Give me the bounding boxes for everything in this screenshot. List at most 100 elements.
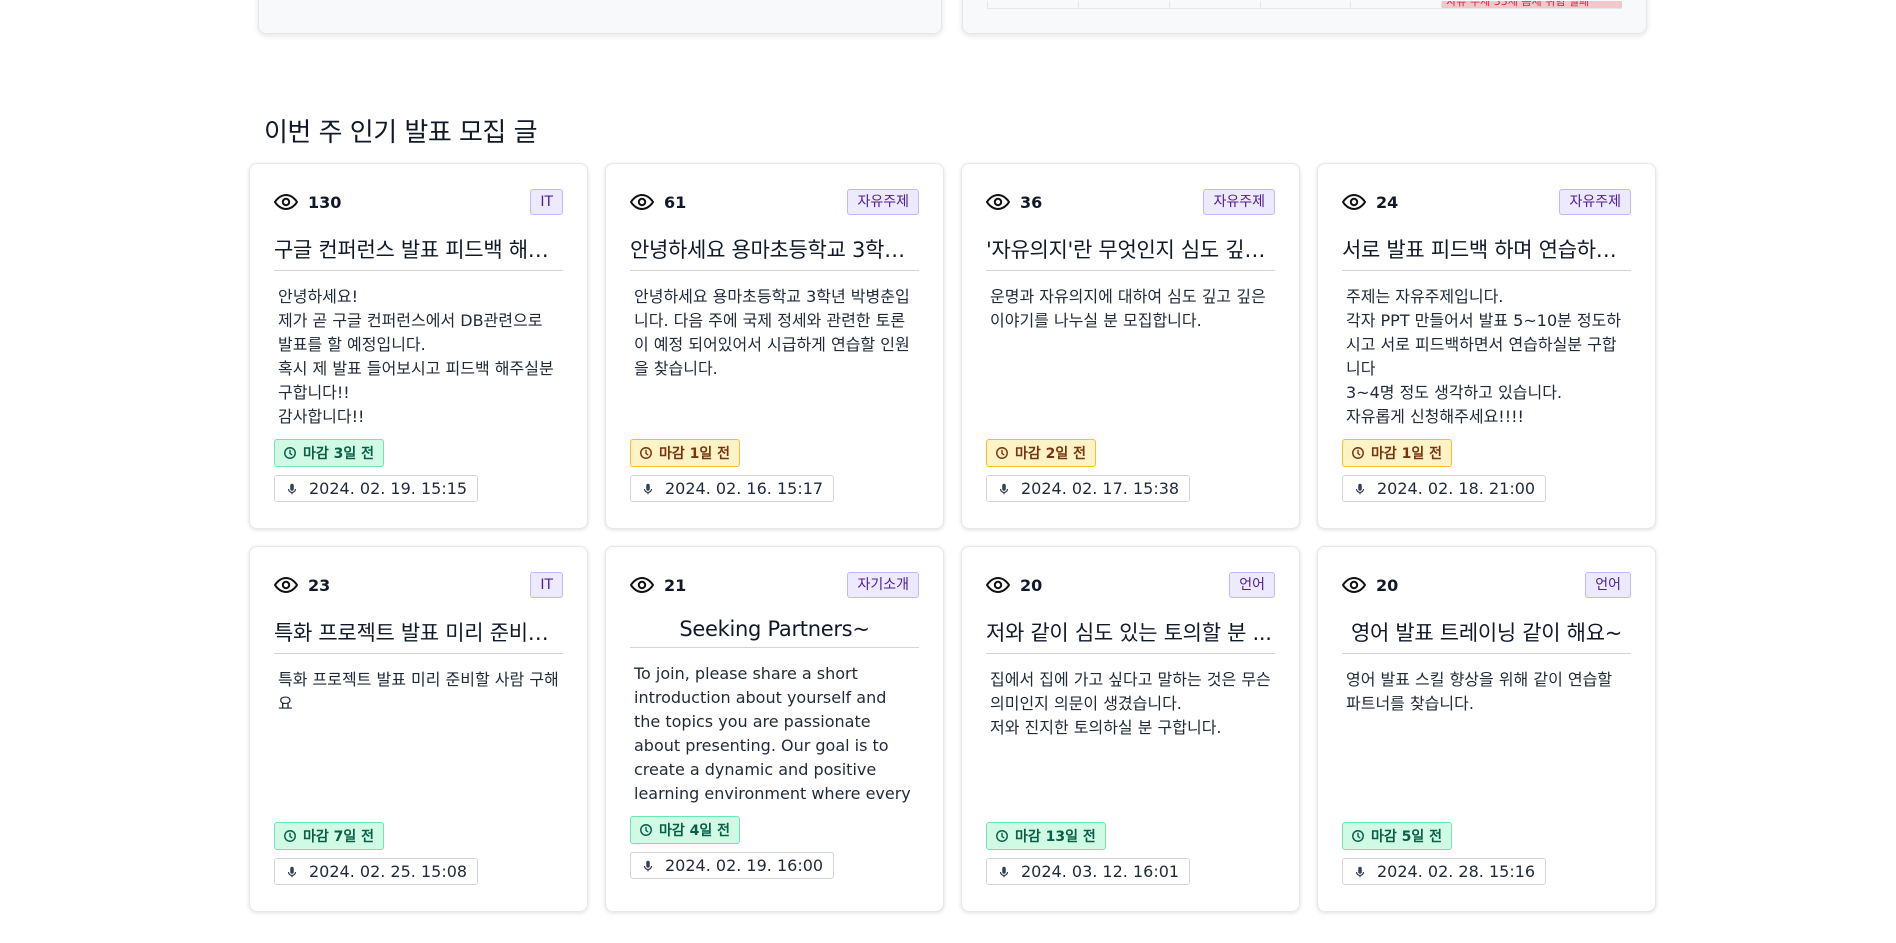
view-count-value: 20 — [1020, 575, 1043, 595]
deadline-badge: 마감 1일 전 — [1342, 439, 1453, 467]
microphone-icon — [1355, 866, 1365, 877]
post-title[interactable]: 영어 발표 트레이닝 같이 해요~ — [1342, 617, 1631, 654]
microphone-icon — [999, 483, 1009, 494]
view-count: 130 — [274, 190, 341, 214]
clock-icon — [640, 824, 652, 836]
card-meta: 마감 7일 전 2024. 02. 25. 15:08 — [274, 812, 563, 885]
post-title[interactable]: 특화 프로젝트 발표 미리 준비해... — [274, 617, 563, 654]
post-body: To join, please share a short introducti… — [634, 664, 911, 803]
date-text: 2024. 03. 12. 16:01 — [1021, 862, 1180, 881]
view-count: 21 — [630, 573, 686, 597]
date-text: 2024. 02. 16. 15:17 — [665, 479, 824, 498]
card-header: 36 자유주제 — [986, 189, 1275, 215]
presentation-date: 2024. 02. 16. 15:17 — [630, 475, 835, 502]
card-header: 23 IT — [274, 572, 563, 598]
date-text: 2024. 02. 19. 15:15 — [309, 479, 468, 498]
date-text: 2024. 02. 28. 15:16 — [1377, 862, 1536, 881]
top-right-panel: 자유 주제 33세 음세 위험 실패 — [962, 0, 1647, 34]
card-meta: 마감 13일 전 2024. 03. 12. 16:01 — [986, 812, 1275, 885]
mini-cell — [1259, 1, 1351, 9]
view-count: 23 — [274, 573, 330, 597]
deadline-badge: 마감 2일 전 — [986, 439, 1097, 467]
presentation-date: 2024. 02. 17. 15:38 — [986, 475, 1191, 502]
deadline-text: 마감 1일 전 — [1371, 446, 1443, 462]
deadline-text: 마감 7일 전 — [303, 829, 375, 845]
post-card[interactable]: 20 언어 저와 같이 심도 있는 토의할 분 ... 집에서 집에 가고 싶다… — [961, 546, 1300, 912]
category-tag: IT — [530, 189, 563, 215]
card-meta: 마감 3일 전 2024. 02. 19. 15:15 — [274, 429, 563, 502]
category-tag: IT — [530, 572, 563, 598]
post-body: 안녕하세요! 제가 곧 구글 컨퍼런스에서 DB관련으로 발표를 할 예정입니다… — [278, 287, 554, 426]
post-card[interactable]: 20 언어 영어 발표 트레이닝 같이 해요~ 영어 발표 스킬 향상을 위해 … — [1317, 546, 1656, 912]
deadline-badge: 마감 13일 전 — [986, 822, 1106, 850]
card-header: 130 IT — [274, 189, 563, 215]
date-text: 2024. 02. 25. 15:08 — [309, 862, 468, 881]
deadline-text: 마감 4일 전 — [659, 823, 731, 839]
top-left-panel — [258, 0, 942, 34]
post-title[interactable]: 저와 같이 심도 있는 토의할 분 ... — [986, 617, 1275, 654]
deadline-text: 마감 13일 전 — [1015, 829, 1096, 845]
popular-posts-grid: 130 IT 구글 컨퍼런스 발표 피드백 해주... 안녕하세요! 제가 곧 … — [249, 163, 1656, 912]
post-card[interactable]: 36 자유주제 '자유의지'란 무엇인지 심도 깊은... 운명과 자유의지에 … — [961, 163, 1300, 529]
clock-icon — [996, 830, 1008, 842]
clock-icon — [1352, 447, 1364, 459]
mini-cell-text: 자유 주제 33세 음세 위험 실패 — [1446, 1, 1590, 8]
microphone-icon — [643, 483, 653, 494]
mini-cell — [1350, 1, 1442, 9]
mini-cell — [1168, 1, 1260, 9]
deadline-text: 마감 3일 전 — [303, 446, 375, 462]
eye-icon — [986, 193, 1010, 211]
post-title[interactable]: 서로 발표 피드백 하며 연습하실 ... — [1342, 234, 1631, 271]
card-meta: 마감 1일 전 2024. 02. 16. 15:17 — [630, 429, 919, 502]
deadline-badge: 마감 5일 전 — [1342, 822, 1453, 850]
deadline-text: 마감 5일 전 — [1371, 829, 1443, 845]
post-title[interactable]: '자유의지'란 무엇인지 심도 깊은... — [986, 234, 1275, 271]
microphone-icon — [287, 866, 297, 877]
clock-icon — [284, 447, 296, 459]
post-title[interactable]: Seeking Partners~ — [630, 617, 919, 648]
microphone-icon — [999, 866, 1009, 877]
post-card[interactable]: 21 자기소개 Seeking Partners~ To join, pleas… — [605, 546, 944, 912]
clock-icon — [1352, 830, 1364, 842]
card-header: 21 자기소개 — [630, 572, 919, 598]
deadline-badge: 마감 1일 전 — [630, 439, 741, 467]
presentation-date: 2024. 02. 18. 21:00 — [1342, 475, 1547, 502]
card-header: 24 자유주제 — [1342, 189, 1631, 215]
view-count-value: 36 — [1020, 192, 1043, 212]
card-meta: 마감 4일 전 2024. 02. 19. 16:00 — [630, 806, 919, 879]
clock-icon — [640, 447, 652, 459]
presentation-date: 2024. 03. 12. 16:01 — [986, 858, 1191, 885]
post-body: 특화 프로젝트 발표 미리 준비할 사람 구해요 — [278, 670, 559, 713]
post-card[interactable]: 130 IT 구글 컨퍼런스 발표 피드백 해주... 안녕하세요! 제가 곧 … — [249, 163, 588, 529]
post-title[interactable]: 안녕하세요 용마초등학교 3학년... — [630, 234, 919, 271]
card-header: 20 언어 — [1342, 572, 1631, 598]
category-tag: 언어 — [1229, 572, 1275, 598]
date-text: 2024. 02. 17. 15:38 — [1021, 479, 1180, 498]
post-card[interactable]: 61 자유주제 안녕하세요 용마초등학교 3학년... 안녕하세요 용마초등학교… — [605, 163, 944, 529]
section-title: 이번 주 인기 발표 모집 글 — [264, 118, 538, 148]
post-title[interactable]: 구글 컨퍼런스 발표 피드백 해주... — [274, 234, 563, 271]
eye-icon — [630, 576, 654, 594]
mini-table: 자유 주제 33세 음세 위험 실패 — [987, 1, 1623, 9]
eye-icon — [986, 576, 1010, 594]
post-body: 집에서 집에 가고 싶다고 말하는 것은 무슨 의미인지 의문이 생겼습니다. … — [990, 670, 1271, 737]
date-text: 2024. 02. 19. 16:00 — [665, 856, 824, 875]
view-count-value: 130 — [308, 192, 342, 212]
mini-cell — [987, 1, 1078, 9]
eye-icon — [274, 193, 298, 211]
post-card[interactable]: 23 IT 특화 프로젝트 발표 미리 준비해... 특화 프로젝트 발표 미리… — [249, 546, 588, 912]
category-tag: 자유주제 — [847, 189, 919, 215]
presentation-date: 2024. 02. 28. 15:16 — [1342, 858, 1547, 885]
post-card[interactable]: 24 자유주제 서로 발표 피드백 하며 연습하실 ... 주제는 자유주제입니… — [1317, 163, 1656, 529]
card-header: 61 자유주제 — [630, 189, 919, 215]
view-count: 20 — [1342, 573, 1398, 597]
eye-icon — [630, 193, 654, 211]
clock-icon — [284, 830, 296, 842]
deadline-badge: 마감 7일 전 — [274, 822, 385, 850]
microphone-icon — [287, 483, 297, 494]
category-tag: 언어 — [1585, 572, 1631, 598]
deadline-badge: 마감 3일 전 — [274, 439, 385, 467]
mini-cell — [1077, 1, 1169, 9]
post-body: 운명과 자유의지에 대하여 심도 깊고 깊은 이야기를 나누실 분 모집합니다. — [990, 287, 1266, 330]
eye-icon — [1342, 193, 1366, 211]
